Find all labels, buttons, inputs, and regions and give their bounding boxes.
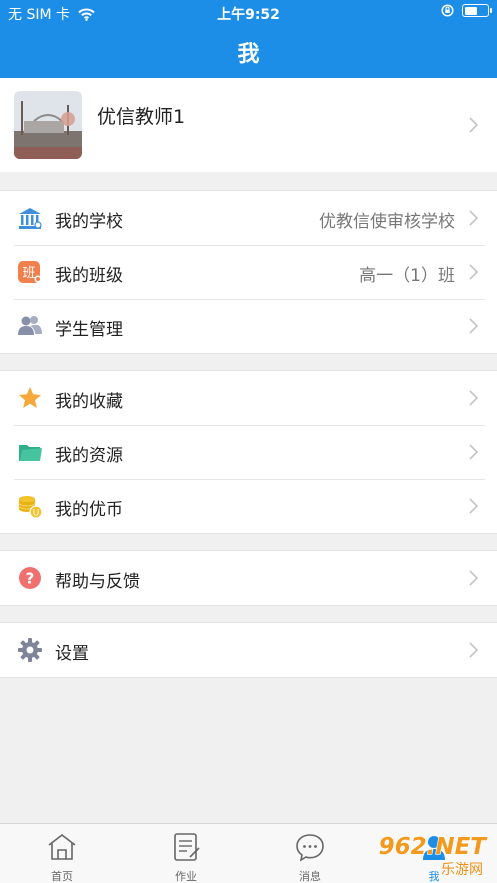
chevron-right-icon (469, 570, 479, 586)
menu-item-my-coins[interactable]: U 我的优币 (0, 479, 497, 533)
chevron-right-icon (469, 642, 479, 658)
top-bar: 无 SIM 卡 上午9:52 我 (0, 0, 497, 78)
status-time: 上午9:52 (217, 7, 280, 23)
tab-label: 首页 (51, 870, 73, 883)
page-title: 我 (237, 42, 260, 67)
chevron-right-icon (469, 117, 479, 133)
svg-text:乐游网: 乐游网 (441, 862, 483, 878)
menu-item-settings[interactable]: 设置 (0, 623, 497, 677)
rotation-lock-icon (441, 4, 454, 17)
homework-icon (174, 833, 200, 861)
avatar[interactable] (14, 91, 82, 159)
svg-text:U: U (33, 509, 40, 519)
svg-text:?: ? (26, 570, 35, 588)
tab-messages[interactable]: 消息 (248, 824, 372, 883)
group-help: ? 帮助与反馈 (0, 550, 497, 606)
chevron-right-icon (469, 390, 479, 406)
menu-item-help-feedback[interactable]: ? 帮助与反馈 (0, 551, 497, 605)
menu-value: 高一（1）班 (359, 266, 455, 286)
watermark-logo: 962.NET 乐游网 (378, 833, 489, 878)
svg-text:班: 班 (22, 266, 35, 281)
group-settings: 设置 (0, 622, 497, 678)
chevron-right-icon (469, 444, 479, 460)
menu-item-my-school[interactable]: 我的学校 优教信使审核学校 (0, 191, 497, 245)
class-badge-icon: 班 (18, 261, 42, 283)
profile-row[interactable]: 优信教师1 (0, 78, 497, 172)
menu-value: 优教信使审核学校 (319, 212, 455, 232)
tab-label: 消息 (299, 870, 321, 883)
tab-home[interactable]: 首页 (0, 824, 124, 883)
menu-label: 我的资源 (55, 446, 123, 466)
home-icon (48, 833, 76, 860)
coins-icon: U (18, 496, 43, 519)
menu-label: 设置 (55, 644, 89, 664)
menu-label: 帮助与反馈 (55, 572, 140, 592)
folder-icon (19, 445, 42, 461)
chevron-right-icon (469, 210, 479, 226)
svg-text:962.NET: 962.NET (379, 834, 489, 860)
chevron-right-icon (469, 264, 479, 280)
people-icon (18, 316, 42, 335)
help-icon: ? (19, 567, 41, 589)
chevron-right-icon (469, 498, 479, 514)
menu-label: 学生管理 (55, 320, 123, 340)
menu-label: 我的学校 (55, 212, 123, 232)
bank-icon (19, 208, 42, 229)
status-bar: 无 SIM 卡 上午9:52 (0, 0, 497, 24)
group-personal: 我的收藏 我的资源 U 我的优币 (0, 370, 497, 534)
gear-icon (18, 638, 42, 662)
message-icon (296, 834, 324, 862)
menu-item-my-class[interactable]: 班 我的班级 高一（1）班 (0, 245, 497, 299)
menu-label: 我的班级 (55, 266, 123, 286)
menu-label: 我的收藏 (55, 392, 123, 412)
tab-homework[interactable]: 作业 (124, 824, 248, 883)
menu-label: 我的优币 (55, 500, 123, 520)
menu-item-my-resources[interactable]: 我的资源 (0, 425, 497, 479)
menu-item-student-management[interactable]: 学生管理 (0, 299, 497, 353)
menu-item-my-favorites[interactable]: 我的收藏 (0, 371, 497, 425)
group-school: 我的学校 优教信使审核学校 班 我的班级 高一（1）班 学生管理 (0, 190, 497, 354)
tab-label: 作业 (175, 870, 197, 883)
star-icon (19, 387, 41, 408)
profile-name: 优信教师1 (97, 106, 186, 128)
chevron-right-icon (469, 318, 479, 334)
battery-icon (462, 4, 492, 17)
